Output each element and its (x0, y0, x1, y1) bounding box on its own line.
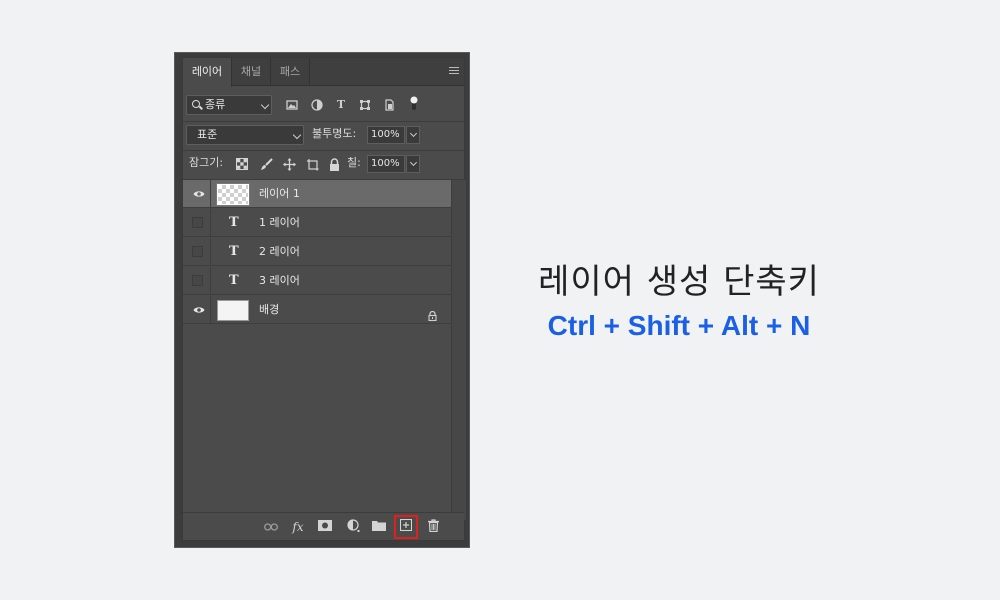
layer-row[interactable]: 레이어 1 (183, 180, 451, 208)
lock-position-icon[interactable] (282, 158, 296, 172)
layer-name: 레이어 1 (259, 187, 300, 200)
divider (210, 238, 211, 266)
chevron-down-icon (409, 129, 418, 138)
opacity-dropdown[interactable] (406, 126, 420, 144)
type-filter-icon[interactable]: T (335, 99, 347, 111)
layer-thumbnail (217, 300, 249, 321)
layer-name: 배경 (259, 303, 280, 316)
layers-panel-body: 레이어 채널 패스 종류 T 표준 불투명도: 100% 잠그기: 칠: 100… (182, 57, 466, 541)
fill-dropdown[interactable] (406, 155, 420, 173)
filter-kind-label: 종류 (205, 98, 226, 111)
search-icon (192, 100, 200, 108)
layers-panel: 레이어 채널 패스 종류 T 표준 불투명도: 100% 잠그기: 칠: 100… (174, 52, 470, 548)
eye-icon (193, 307, 205, 313)
lock-transparent-pixels-icon[interactable] (235, 158, 249, 172)
filter-kind-select[interactable]: 종류 (186, 95, 272, 115)
divider (210, 267, 211, 295)
adjustment-icon[interactable] (345, 519, 361, 535)
lock-label: 잠그기: (189, 156, 224, 169)
visibility-toggle[interactable] (189, 296, 209, 324)
adjustment-filter-icon[interactable] (311, 99, 323, 111)
link-icon[interactable] (263, 519, 279, 535)
text-layer-icon: T (229, 215, 239, 230)
chevron-down-icon (409, 158, 418, 167)
layer-name: 3 레이어 (259, 274, 300, 287)
fx-icon[interactable]: fx (290, 519, 306, 535)
fill-input[interactable]: 100% (367, 155, 405, 173)
panel-tab-bar: 레이어 채널 패스 (183, 58, 464, 87)
lock-icon (428, 306, 437, 322)
panel-menu-icon[interactable] (449, 67, 459, 76)
lock-all-icon[interactable] (327, 158, 341, 172)
divider (210, 209, 211, 237)
opacity-label: 불투명도: (312, 127, 357, 140)
layer-list-scrollbar[interactable] (451, 180, 466, 520)
eye-icon (193, 191, 205, 197)
layer-row[interactable]: T 3 레이어 (183, 267, 451, 295)
layer-row[interactable]: T 2 레이어 (183, 238, 451, 266)
tab-channels[interactable]: 채널 (232, 58, 271, 86)
heading: 레이어 생성 단축키 (538, 262, 820, 302)
visibility-toggle[interactable] (192, 246, 203, 257)
layer-name: 1 레이어 (259, 216, 300, 229)
blend-mode-value: 표준 (197, 128, 218, 141)
blend-mode-select[interactable]: 표준 (186, 125, 304, 145)
layer-thumbnail (216, 183, 250, 206)
layer-row[interactable]: 배경 (183, 296, 451, 324)
divider (210, 180, 211, 208)
layer-name: 2 레이어 (259, 245, 300, 258)
divider (210, 296, 211, 324)
chevron-down-icon (292, 130, 302, 140)
image-filter-icon[interactable] (286, 99, 298, 111)
mask-icon[interactable] (317, 519, 333, 535)
trash-icon[interactable] (425, 519, 441, 535)
divider (183, 121, 464, 122)
lock-artboard-icon[interactable] (305, 158, 319, 172)
filter-toggle-icon[interactable] (408, 95, 420, 110)
smart-object-filter-icon[interactable] (383, 99, 395, 111)
tab-layers[interactable]: 레이어 (183, 58, 232, 87)
tab-paths[interactable]: 패스 (271, 58, 310, 86)
text-layer-icon: T (229, 273, 239, 288)
text-layer-icon: T (229, 244, 239, 259)
new-layer-icon[interactable] (394, 515, 418, 539)
panel-footer: fx (183, 512, 464, 540)
visibility-toggle[interactable] (189, 180, 209, 208)
shape-filter-icon[interactable] (359, 99, 371, 111)
chevron-down-icon (260, 100, 270, 110)
layer-row[interactable]: T 1 레이어 (183, 209, 451, 237)
visibility-toggle[interactable] (192, 217, 203, 228)
visibility-toggle[interactable] (192, 275, 203, 286)
lock-image-pixels-icon[interactable] (259, 158, 273, 172)
divider (183, 150, 464, 151)
shortcut-text: Ctrl + Shift + Alt + N (547, 310, 811, 341)
folder-icon[interactable] (371, 519, 387, 535)
fill-label: 칠: (347, 156, 361, 169)
opacity-input[interactable]: 100% (367, 126, 405, 144)
